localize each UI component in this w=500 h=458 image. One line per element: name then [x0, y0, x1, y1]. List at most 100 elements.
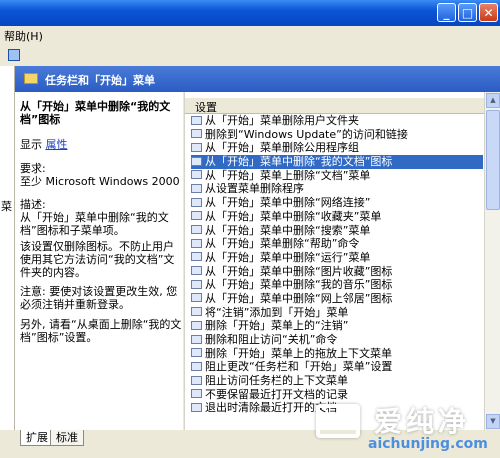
watermark: 爱纯净 aichunjing.com [312, 400, 500, 458]
requirements-value: 至少 Microsoft Windows 2000 [20, 175, 180, 188]
policy-setting-icon [191, 197, 202, 207]
close-icon[interactable]: ✕ [479, 3, 498, 22]
watermark-url: aichunjing.com [368, 436, 488, 452]
toolbar [0, 44, 500, 67]
setting-row-label: 从「开始」菜单中删除“网上邻居”图标 [205, 291, 393, 305]
watermark-logo-icon [316, 404, 360, 438]
setting-title: 从「开始」菜单中删除“我的文档”图标 [20, 100, 171, 126]
setting-row[interactable]: 从「开始」菜单中删除“网上邻居”图标 [191, 292, 483, 306]
setting-row[interactable]: 从「开始」菜单删除“帮助”命令 [191, 237, 483, 251]
setting-row-label: 不要保留最近打开文档的记录 [205, 387, 348, 401]
description-label: 描述: [20, 198, 46, 211]
setting-row[interactable]: 删除「开始」菜单上的“注销” [191, 319, 483, 333]
policy-setting-icon [191, 183, 202, 193]
policy-setting-icon [191, 293, 202, 303]
setting-row-label: 从「开始」菜单中删除“网络连接” [205, 196, 371, 210]
setting-row-label: 删除和阻止访问“关机”命令 [205, 333, 338, 346]
scroll-up-icon[interactable]: ▲ [486, 93, 500, 108]
settings-list: 设置 从「开始」菜单删除用户文件夹 删除到“Windows Update”的访问和… [184, 92, 485, 430]
tab-standard[interactable]: 标准 [50, 430, 84, 446]
maximize-icon[interactable]: □ [458, 3, 477, 22]
setting-row-label: 从「开始」菜单上删除“文档”菜单 [205, 168, 371, 182]
menu-help[interactable]: 帮助(H) [4, 28, 43, 44]
setting-row[interactable]: 阻止访问任务栏的上下文菜单 [191, 374, 483, 388]
setting-row[interactable]: 从「开始」菜单上删除“文档”菜单 [191, 169, 483, 183]
watermark-brand: 爱纯净 [374, 405, 471, 438]
setting-row-label: 从设置菜单删除程序 [205, 182, 304, 196]
scroll-thumb[interactable] [486, 110, 500, 210]
setting-row-label: 删除到“Windows Update”的访问和链接 [205, 127, 408, 141]
left-tree-pane: 菜 [0, 66, 15, 436]
setting-row[interactable]: 从「开始」菜单中删除“我的文档”图标 [191, 155, 483, 169]
setting-row-label: 从「开始」菜单删除“帮助”命令 [205, 237, 360, 251]
setting-row[interactable]: 删除和阻止访问“关机”命令 [191, 333, 483, 347]
setting-row[interactable]: 从「开始」菜单删除公用程序组 [191, 141, 483, 155]
policy-setting-icon [191, 211, 202, 221]
policy-setting-icon [191, 252, 202, 262]
description-pane: 从「开始」菜单中删除“我的文档”图标 显示 属性 要求: 至少 Microsof… [15, 92, 183, 430]
requirements-label: 要求: [20, 162, 46, 175]
vertical-scrollbar[interactable]: ▲ ▼ [484, 92, 500, 430]
description-para-4: 另外, 请看“从桌面上删除“我的文档”图标”设置。 [20, 318, 182, 344]
menu-bar: 帮助(H) [0, 26, 500, 44]
setting-row[interactable]: 将“注销”添加到「开始」菜单 [191, 306, 483, 320]
setting-row[interactable]: 从「开始」菜单中删除“我的音乐”图标 [191, 278, 483, 292]
setting-row-label: 从「开始」菜单中删除“运行”菜单 [205, 250, 371, 264]
policy-setting-icon [191, 115, 202, 125]
policy-setting-icon [191, 225, 202, 234]
policy-setting-icon [191, 142, 202, 152]
setting-row[interactable]: 删除「开始」菜单上的拖放上下文菜单 [191, 347, 483, 361]
setting-row[interactable]: 从设置菜单删除程序 [191, 182, 483, 196]
setting-row[interactable]: 从「开始」菜单删除用户文件夹 [191, 114, 483, 128]
policy-setting-icon [191, 389, 202, 399]
policy-setting-icon [191, 170, 202, 180]
column-header-settings: 设置 [195, 101, 217, 114]
folder-icon [24, 73, 38, 84]
properties-link[interactable]: 属性 [46, 138, 68, 151]
setting-row-label: 从「开始」菜单删除公用程序组 [205, 141, 359, 155]
setting-row-label: 从「开始」菜单中删除“图片收藏”图标 [205, 264, 393, 278]
policy-setting-icon [191, 266, 202, 276]
display-label: 显示 [20, 138, 42, 151]
setting-row-label: 从「开始」菜单中删除“我的文档”图标 [205, 155, 393, 169]
minimize-icon[interactable]: _ [437, 3, 456, 22]
setting-row[interactable]: 从「开始」菜单中删除“网络连接” [191, 196, 483, 210]
policy-setting-icon [191, 320, 202, 330]
setting-row-label: 从「开始」菜单删除用户文件夹 [205, 114, 359, 127]
setting-row[interactable]: 从「开始」菜单中删除“收藏夹”菜单 [191, 210, 483, 224]
display-properties: 显示 属性 [20, 138, 182, 151]
setting-row[interactable]: 从「开始」菜单中删除“搜索”菜单 [191, 224, 483, 238]
setting-row-label: 将“注销”添加到「开始」菜单 [205, 305, 349, 319]
setting-row-label: 从「开始」菜单中删除“搜索”菜单 [205, 223, 371, 237]
policy-setting-icon [191, 238, 202, 248]
policy-setting-icon [191, 279, 202, 289]
setting-row-label: 阻止更改“任务栏和「开始」菜单”设置 [205, 360, 393, 374]
setting-row-label: 阻止访问任务栏的上下文菜单 [205, 374, 348, 388]
setting-row[interactable]: 从「开始」菜单中删除“运行”菜单 [191, 251, 483, 265]
setting-row-label: 从「开始」菜单中删除“收藏夹”菜单 [205, 209, 382, 223]
description-para-2: 该设置仅删除图标。不防止用户使用其它方法访问“我的文档”文件夹的内容。 [20, 240, 175, 279]
title-bar: _ □ ✕ [0, 0, 500, 26]
description-para-3: 注意: 要使对该设置更改生效, 您必须注销并重新登录。 [20, 285, 178, 311]
setting-row-label: 从「开始」菜单中删除“我的音乐”图标 [205, 278, 393, 292]
category-title: 任务栏和「开始」菜单 [45, 74, 155, 87]
policy-setting-icon [191, 361, 202, 371]
column-header[interactable]: 设置 [185, 98, 485, 114]
tree-partial-label: 菜 [1, 200, 12, 213]
description-text: 从「开始」菜单中删除“我的文档”图标和子菜单项。 [20, 211, 169, 237]
setting-row-label: 删除「开始」菜单上的拖放上下文菜单 [205, 346, 392, 360]
setting-row[interactable]: 阻止更改“任务栏和「开始」菜单”设置 [191, 360, 483, 374]
policy-setting-icon [191, 348, 202, 358]
setting-row[interactable]: 删除到“Windows Update”的访问和链接 [191, 128, 483, 142]
policy-setting-icon [191, 307, 202, 317]
policy-setting-icon [191, 402, 202, 412]
category-header: 任务栏和「开始」菜单 [15, 66, 500, 92]
setting-row[interactable]: 从「开始」菜单中删除“图片收藏”图标 [191, 265, 483, 279]
setting-row-label: 删除「开始」菜单上的“注销” [205, 319, 349, 333]
tab-extended[interactable]: 扩展 [20, 430, 54, 446]
console-tree-icon[interactable] [8, 49, 20, 61]
settings-rows: 从「开始」菜单删除用户文件夹 删除到“Windows Update”的访问和链接从… [191, 114, 483, 415]
policy-setting-icon [191, 375, 202, 385]
policy-setting-icon [191, 129, 202, 139]
policy-setting-icon [191, 156, 202, 166]
